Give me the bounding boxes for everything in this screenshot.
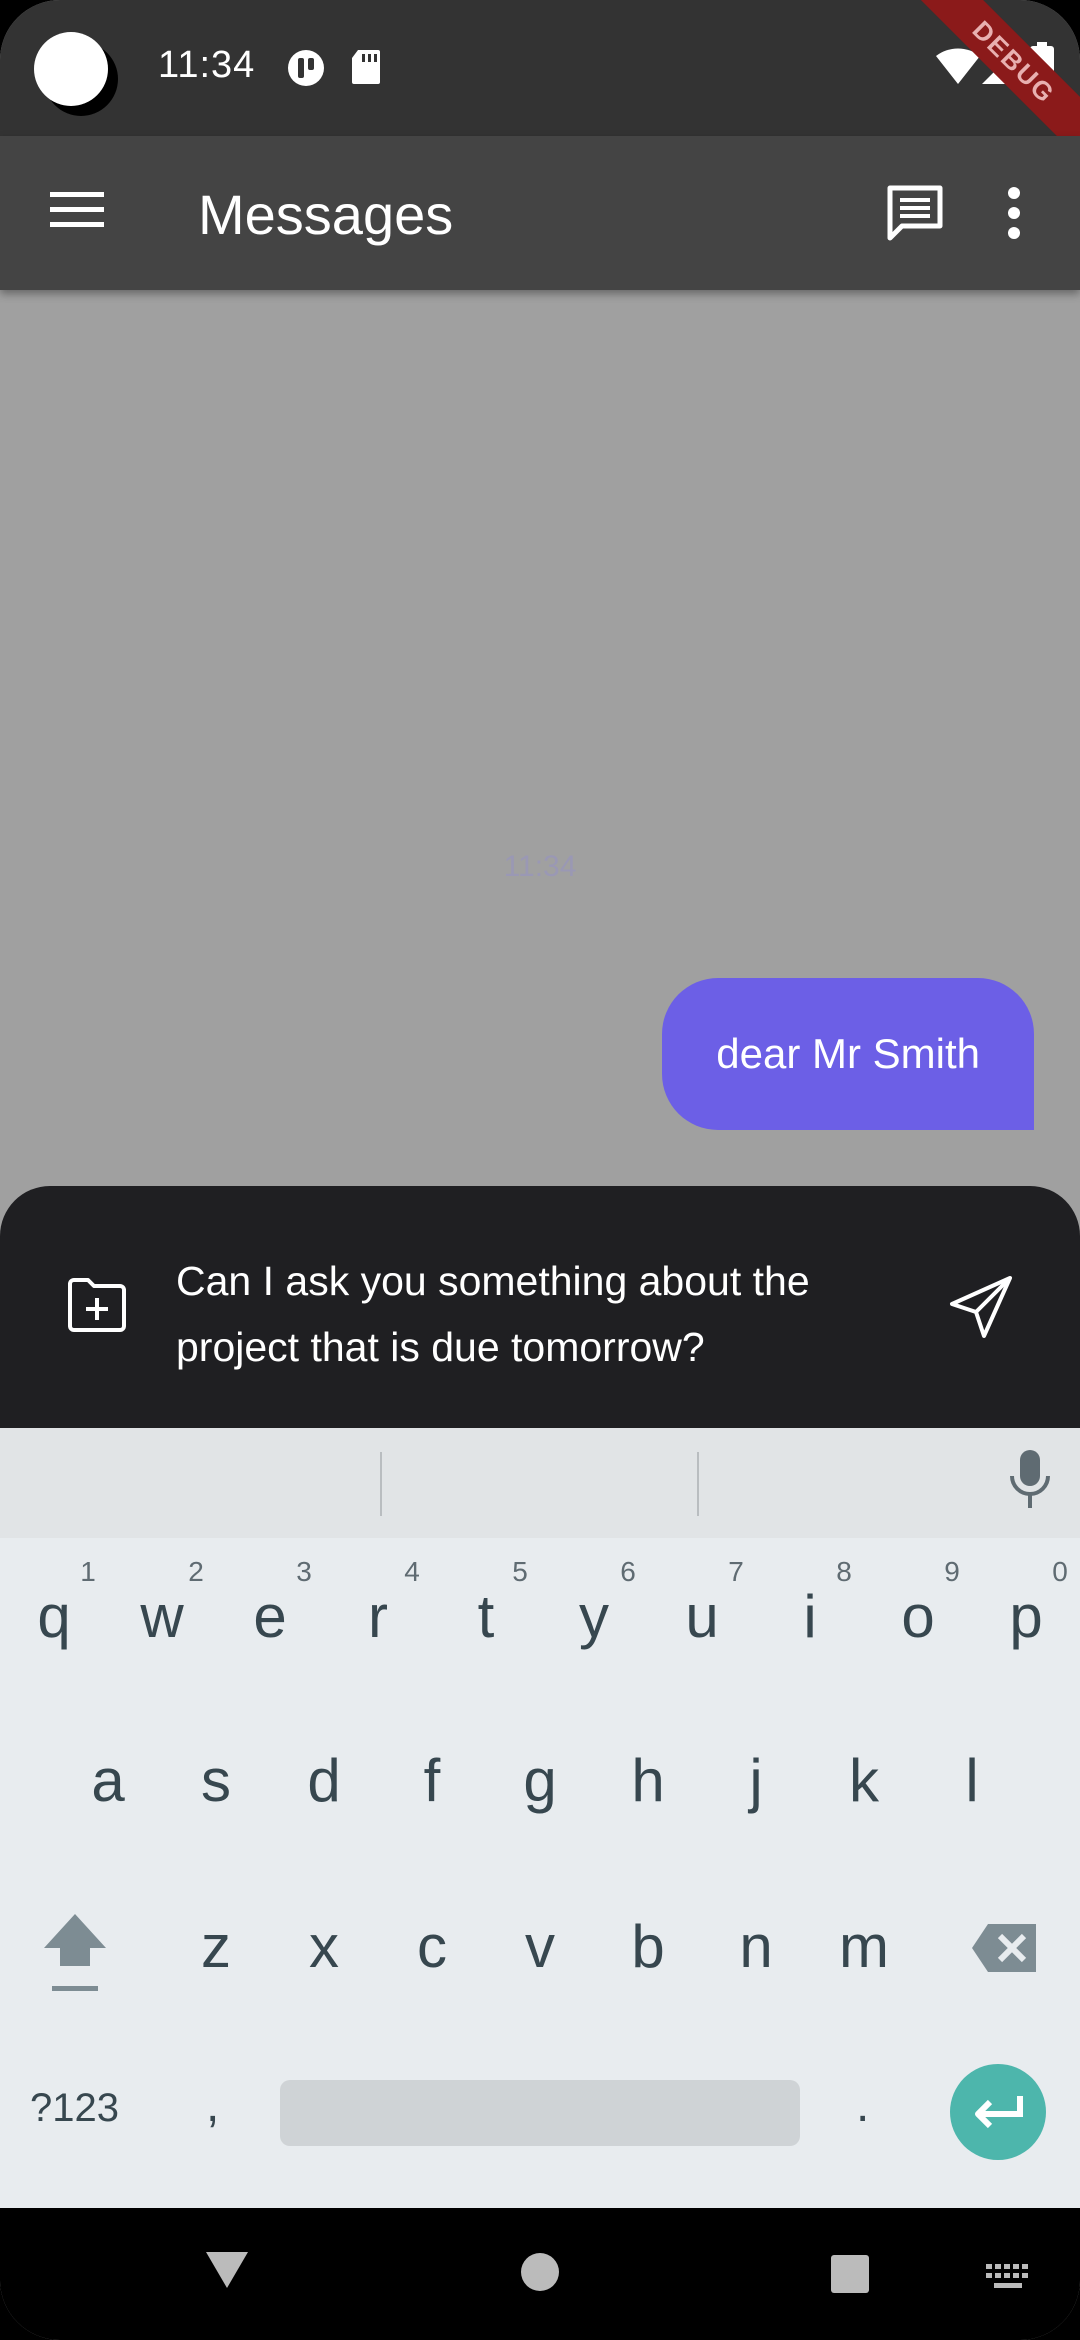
key-y[interactable]: y bbox=[544, 1582, 644, 1651]
sd-card-icon bbox=[350, 48, 382, 91]
message-bubble-sent[interactable]: dear Mr Smith bbox=[662, 978, 1034, 1130]
app-bar: Messages bbox=[0, 136, 1080, 290]
key-h[interactable]: h bbox=[598, 1746, 698, 1815]
key-k[interactable]: k bbox=[814, 1746, 914, 1815]
message-input[interactable]: Can I ask you something about the projec… bbox=[176, 1248, 896, 1380]
key-t[interactable]: t bbox=[436, 1582, 536, 1651]
enter-icon bbox=[972, 2094, 1026, 2135]
navigation-bar bbox=[0, 2208, 1080, 2340]
key-r[interactable]: r bbox=[328, 1582, 428, 1651]
key-g[interactable]: g bbox=[490, 1746, 590, 1815]
send-icon[interactable] bbox=[948, 1274, 1014, 1345]
space-bar[interactable] bbox=[280, 2080, 800, 2146]
app-notification-icon bbox=[286, 48, 326, 93]
more-vert-icon[interactable] bbox=[1006, 186, 1022, 245]
key-q[interactable]: q bbox=[4, 1582, 104, 1651]
key-z[interactable]: z bbox=[166, 1912, 266, 1981]
status-time: 11:34 bbox=[158, 44, 256, 86]
chat-icon[interactable] bbox=[886, 184, 944, 247]
menu-icon[interactable] bbox=[50, 190, 104, 235]
suggestion-divider bbox=[380, 1452, 382, 1516]
page-title: Messages bbox=[198, 183, 454, 246]
backspace-icon[interactable] bbox=[970, 1922, 1040, 1979]
key-v[interactable]: v bbox=[490, 1912, 590, 1981]
key-c[interactable]: c bbox=[382, 1912, 482, 1981]
recents-icon[interactable] bbox=[830, 2254, 870, 2299]
keyboard: 1 2 3 4 5 6 7 8 9 0 q w e r t y u i o p … bbox=[0, 1538, 1080, 2208]
key-n[interactable]: n bbox=[706, 1912, 806, 1981]
comma-key[interactable]: , bbox=[206, 2078, 219, 2133]
add-folder-icon[interactable] bbox=[66, 1276, 128, 1339]
key-j[interactable]: j bbox=[706, 1746, 806, 1815]
status-bar: 11:34 DEBUG bbox=[0, 0, 1080, 170]
key-o[interactable]: o bbox=[868, 1582, 968, 1651]
key-d[interactable]: d bbox=[274, 1746, 374, 1815]
key-e[interactable]: e bbox=[220, 1582, 320, 1651]
key-a[interactable]: a bbox=[58, 1746, 158, 1815]
suggestion-divider bbox=[697, 1452, 699, 1516]
camera-cutout bbox=[34, 32, 108, 106]
key-i[interactable]: i bbox=[760, 1582, 860, 1651]
key-w[interactable]: w bbox=[112, 1582, 212, 1651]
key-f[interactable]: f bbox=[382, 1746, 482, 1815]
key-x[interactable]: x bbox=[274, 1912, 374, 1981]
home-icon[interactable] bbox=[520, 2252, 560, 2297]
phone-screen: 11:34 DEBUG Messages 11:34 dear Mr Smith… bbox=[0, 0, 1080, 2340]
key-p[interactable]: p bbox=[976, 1582, 1076, 1651]
message-timestamp: 11:34 bbox=[503, 850, 577, 883]
keyboard-suggestion-strip bbox=[0, 1428, 1080, 1538]
key-l[interactable]: l bbox=[922, 1746, 1022, 1815]
key-s[interactable]: s bbox=[166, 1746, 266, 1815]
period-key[interactable]: . bbox=[856, 2078, 869, 2133]
key-b[interactable]: b bbox=[598, 1912, 698, 1981]
back-icon[interactable] bbox=[204, 2250, 250, 2295]
symbols-key[interactable]: ?123 bbox=[30, 2086, 119, 2131]
message-list[interactable]: 11:34 dear Mr Smith bbox=[0, 290, 1080, 1186]
key-m[interactable]: m bbox=[814, 1912, 914, 1981]
shift-icon[interactable] bbox=[40, 1910, 110, 2001]
message-composer: Can I ask you something about the projec… bbox=[0, 1186, 1080, 1428]
keyboard-switch-icon[interactable] bbox=[986, 2264, 1030, 2295]
enter-key[interactable] bbox=[950, 2064, 1046, 2160]
key-u[interactable]: u bbox=[652, 1582, 752, 1651]
mic-icon[interactable] bbox=[1008, 1448, 1052, 1517]
